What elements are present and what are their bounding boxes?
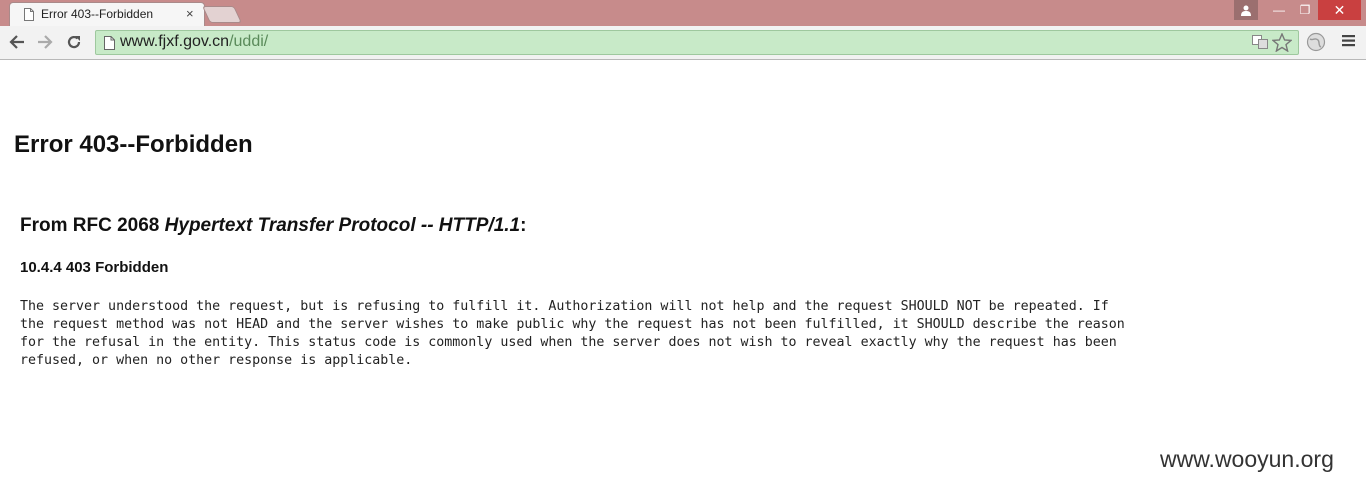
arrow-left-icon	[9, 35, 24, 49]
section-heading: 10.4.4 403 Forbidden	[20, 259, 169, 276]
page-title: Error 403--Forbidden	[14, 131, 253, 158]
minimize-button[interactable]: —	[1266, 0, 1292, 20]
close-window-button[interactable]: ✕	[1318, 0, 1361, 20]
error-description: The server understood the request, but i…	[20, 298, 1356, 370]
user-icon	[1241, 5, 1251, 16]
rfc-prefix: From RFC 2068	[20, 215, 165, 236]
url-host: www.fjxf.gov.cn	[120, 33, 230, 50]
reload-icon	[67, 35, 81, 49]
translate-icon[interactable]	[1252, 35, 1268, 49]
url-path: /uddi/	[229, 33, 269, 50]
menu-icon[interactable]	[1341, 34, 1357, 48]
title-bar: Error 403--Forbidden × — ❐ ✕	[0, 0, 1366, 26]
extension-globe-icon[interactable]	[1306, 32, 1326, 52]
rfc-suffix: :	[520, 215, 527, 236]
page-icon	[104, 36, 115, 50]
description-line: refused, or when no other response is ap…	[20, 353, 413, 368]
address-bar[interactable]: www.fjxf.gov.cn/uddi/	[95, 30, 1299, 55]
browser-toolbar: www.fjxf.gov.cn/uddi/	[0, 26, 1366, 60]
back-button[interactable]	[5, 30, 29, 54]
user-profile-button[interactable]	[1234, 0, 1258, 20]
description-line: the request method was not HEAD and the …	[20, 317, 1125, 332]
page-icon	[24, 8, 34, 21]
forward-button[interactable]	[33, 30, 57, 54]
maximize-button[interactable]: ❐	[1292, 0, 1318, 20]
description-line: The server understood the request, but i…	[20, 299, 1109, 314]
tab-active[interactable]: Error 403--Forbidden ×	[9, 2, 205, 26]
reload-button[interactable]	[62, 30, 86, 54]
url-text[interactable]: www.fjxf.gov.cn/uddi/	[120, 33, 268, 51]
tab-title: Error 403--Forbidden	[41, 7, 154, 21]
tab-close-icon[interactable]: ×	[186, 6, 194, 21]
description-line: for the refusal in the entity. This stat…	[20, 335, 1117, 350]
new-tab-button[interactable]	[202, 6, 242, 23]
rfc-heading: From RFC 2068 Hypertext Transfer Protoco…	[20, 215, 526, 237]
page-content: Error 403--Forbidden From RFC 2068 Hyper…	[0, 61, 1366, 488]
watermark: www.wooyun.org	[1160, 446, 1334, 472]
rfc-title: Hypertext Transfer Protocol -- HTTP/1.1	[164, 215, 521, 236]
star-icon[interactable]	[1272, 33, 1292, 52]
arrow-right-icon	[38, 35, 53, 49]
